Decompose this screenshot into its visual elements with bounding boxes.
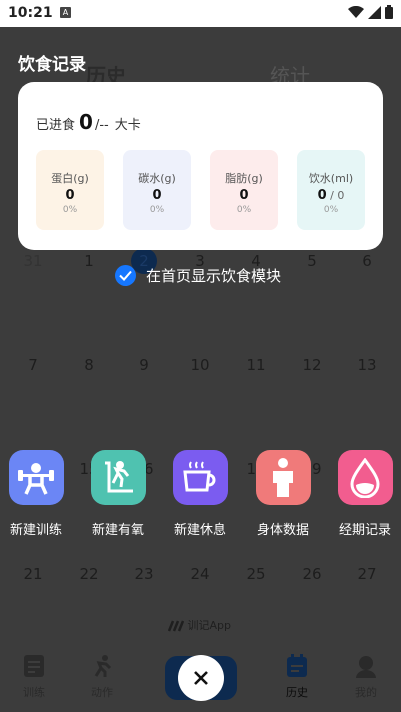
show-on-home-label: 在首页显示饮食模块 bbox=[146, 266, 282, 285]
calendar-day[interactable]: 25 bbox=[236, 565, 276, 583]
nutrient-target: / 0 bbox=[326, 189, 345, 202]
new-cardio-button[interactable]: 新建有氧 bbox=[83, 450, 153, 538]
weightlifting-icon bbox=[8, 450, 64, 505]
close-icon bbox=[194, 671, 208, 685]
calendar-day[interactable]: 23 bbox=[124, 565, 164, 583]
action-label: 新建有氧 bbox=[91, 523, 144, 538]
calendar-week: 21 22 23 24 25 26 27 bbox=[0, 565, 401, 589]
close-button[interactable] bbox=[178, 655, 224, 701]
show-on-home-toggle[interactable]: 在首页显示饮食模块 bbox=[115, 264, 281, 286]
calendar-day[interactable]: 8 bbox=[69, 356, 109, 374]
nutrient-label: 脂肪(g) bbox=[225, 172, 263, 185]
document-icon bbox=[24, 655, 44, 677]
drop-icon bbox=[337, 450, 393, 505]
wifi-icon bbox=[348, 5, 364, 18]
calendar-day[interactable]: 6 bbox=[347, 252, 387, 270]
period-record-button[interactable]: 经期记录 bbox=[330, 450, 400, 538]
app-logo: 训记App bbox=[167, 617, 232, 633]
action-label: 新建训练 bbox=[9, 523, 62, 538]
nav-exercises[interactable]: 动作 bbox=[72, 654, 132, 700]
status-time: 10:21 bbox=[8, 5, 53, 21]
nav-train[interactable]: 训练 bbox=[4, 654, 64, 700]
calendar-day[interactable]: 21 bbox=[13, 565, 53, 583]
calendar-day[interactable]: 5 bbox=[292, 252, 332, 270]
calendar-week: 7 8 9 10 11 12 13 bbox=[0, 356, 401, 380]
nutrient-value: 0 bbox=[152, 188, 162, 203]
nutrient-fat[interactable]: 脂肪(g) 0 0% bbox=[210, 150, 278, 230]
calendar-icon bbox=[287, 654, 307, 677]
action-label: 经期记录 bbox=[338, 523, 391, 538]
intake-unit: 大卡 bbox=[114, 118, 141, 133]
intake-value: 0 bbox=[79, 110, 93, 134]
new-rest-button[interactable]: 新建休息 bbox=[165, 450, 235, 538]
diet-title: 饮食记录 bbox=[18, 55, 86, 75]
nutrient-protein[interactable]: 蛋白(g) 0 0% bbox=[36, 150, 104, 230]
notification-icon: A bbox=[60, 7, 71, 18]
status-bar: 10:21 A bbox=[0, 0, 401, 27]
calendar-day[interactable]: 13 bbox=[347, 356, 387, 374]
calendar-day[interactable]: 1 bbox=[69, 252, 109, 270]
app-logo-text: 训记App bbox=[187, 619, 232, 632]
new-training-button[interactable]: 新建训练 bbox=[1, 450, 71, 538]
nutrient-value: 0 bbox=[65, 188, 75, 203]
diet-card[interactable]: 已进食 0/-- 大卡 蛋白(g) 0 0% 碳水(g) 0 0% 脂肪(g) 0 … bbox=[18, 82, 383, 250]
treadmill-icon bbox=[90, 450, 146, 505]
action-label: 新建休息 bbox=[173, 523, 226, 538]
person-icon bbox=[255, 450, 311, 505]
nav-label: 动作 bbox=[91, 686, 113, 699]
calendar-day[interactable]: 12 bbox=[292, 356, 332, 374]
nav-profile[interactable]: 我的 bbox=[336, 654, 396, 700]
nav-label: 历史 bbox=[286, 686, 308, 699]
coffee-cup-icon bbox=[172, 450, 228, 505]
signal-icon bbox=[368, 5, 381, 19]
nutrient-percent: 0% bbox=[323, 205, 339, 215]
calendar-day[interactable]: 10 bbox=[180, 356, 220, 374]
calendar-day[interactable]: 24 bbox=[180, 565, 220, 583]
calorie-intake: 已进食 0/-- 大卡 bbox=[36, 110, 141, 134]
calendar-day[interactable]: 31 bbox=[13, 252, 53, 270]
user-icon bbox=[356, 656, 376, 678]
nutrient-carbs[interactable]: 碳水(g) 0 0% bbox=[123, 150, 191, 230]
intake-prefix: 已进食 bbox=[36, 118, 76, 133]
nutrient-value-row: 0 / 0 bbox=[297, 188, 365, 203]
nav-label: 训练 bbox=[23, 686, 45, 699]
nutrient-percent: 0% bbox=[62, 205, 78, 215]
action-label: 身体数据 bbox=[256, 523, 309, 538]
nutrient-label: 碳水(g) bbox=[138, 172, 176, 185]
nutrient-water[interactable]: 饮水(ml) 0 / 0 0% bbox=[297, 150, 365, 230]
intake-target: /-- bbox=[94, 118, 109, 133]
nutrient-label: 饮水(ml) bbox=[308, 172, 354, 185]
nutrient-percent: 0% bbox=[149, 205, 165, 215]
battery-icon bbox=[385, 5, 393, 19]
nav-label: 我的 bbox=[355, 686, 377, 699]
logo-mark-icon bbox=[167, 620, 185, 632]
calendar-day[interactable]: 26 bbox=[292, 565, 332, 583]
nav-history[interactable]: 历史 bbox=[267, 654, 327, 700]
nutrient-percent: 0% bbox=[236, 205, 252, 215]
runner-icon bbox=[94, 655, 112, 677]
calendar-day[interactable]: 27 bbox=[347, 565, 387, 583]
calendar-day[interactable]: 9 bbox=[124, 356, 164, 374]
calendar-day[interactable]: 22 bbox=[69, 565, 109, 583]
body-data-button[interactable]: 身体数据 bbox=[248, 450, 318, 538]
nutrient-value: 0 bbox=[239, 188, 249, 203]
checkbox[interactable] bbox=[115, 264, 136, 286]
calendar-day[interactable]: 7 bbox=[13, 356, 53, 374]
nutrient-value: 0 bbox=[317, 188, 327, 203]
nutrient-label: 蛋白(g) bbox=[51, 172, 89, 185]
checkmark-icon bbox=[119, 270, 132, 281]
calendar-day[interactable]: 11 bbox=[236, 356, 276, 374]
